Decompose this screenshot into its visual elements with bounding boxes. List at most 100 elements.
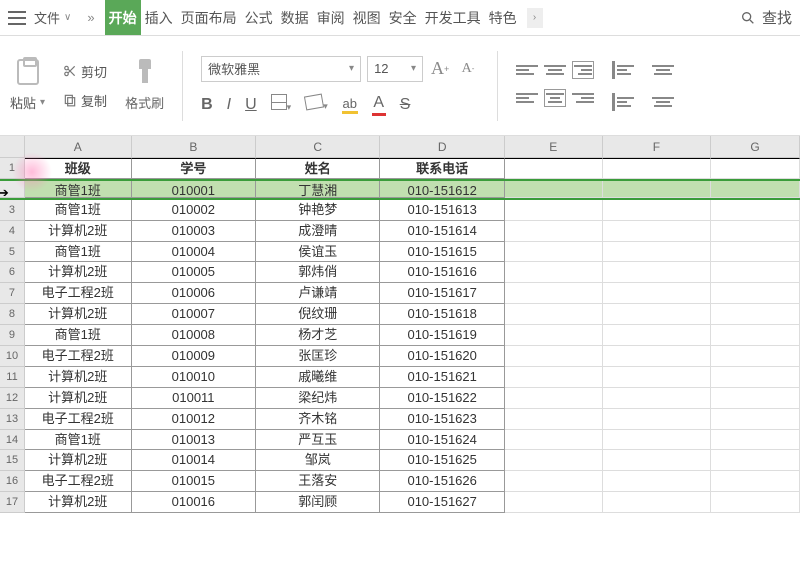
cell[interactable]: 010-151627 [380,492,504,513]
tab-feature[interactable]: 特色 [485,0,521,35]
cell[interactable] [505,181,603,198]
cell[interactable]: 010-151624 [380,430,504,451]
cell[interactable] [603,367,711,388]
cell[interactable]: 010-151617 [380,283,504,304]
cell[interactable]: 010-151622 [380,388,504,409]
cell[interactable] [603,262,711,283]
cell[interactable]: 班级 [25,158,132,179]
border-button[interactable]: ▾ [271,94,292,115]
cell[interactable]: 电子工程2班 [25,409,132,430]
col-header[interactable]: A [25,136,132,157]
cell[interactable]: 严互玉 [256,430,380,451]
cell[interactable]: 010006 [132,283,256,304]
tab-insert[interactable]: 插入 [141,0,177,35]
row-header[interactable]: 8 [0,304,25,325]
hamburger-icon[interactable] [8,11,26,25]
row-header[interactable]: 9 [0,325,25,346]
spreadsheet-grid[interactable]: 1班级学号姓名联系电话➔商管1班010001丁慧湘010-1516123商管1班… [0,158,800,513]
cell[interactable]: 010-151614 [380,221,504,242]
cell[interactable] [711,388,800,409]
cell[interactable]: 010016 [132,492,256,513]
cell[interactable] [603,242,711,263]
row-header[interactable]: 16 [0,471,25,492]
cell[interactable] [603,283,711,304]
cell[interactable] [711,304,800,325]
cell[interactable]: 郭炜俏 [256,262,380,283]
cell[interactable] [603,346,711,367]
cell[interactable]: 杨才芝 [256,325,380,346]
row-header[interactable]: 15 [0,450,25,471]
cell[interactable] [603,325,711,346]
align-bottom-button[interactable] [572,61,594,79]
row-header[interactable]: 14 [0,430,25,451]
cell[interactable] [505,158,603,179]
format-painter-button[interactable]: 格式刷 [125,59,164,112]
row-header[interactable]: 4 [0,221,25,242]
cell[interactable] [711,200,800,221]
cell[interactable]: 010-151616 [380,262,504,283]
cell[interactable]: 计算机2班 [25,492,132,513]
row-header[interactable]: 7 [0,283,25,304]
cell[interactable]: 商管1班 [25,430,132,451]
cell[interactable] [711,471,800,492]
copy-button[interactable]: 复制 [63,91,107,110]
cell[interactable] [711,430,800,451]
cell[interactable] [603,388,711,409]
cell[interactable] [711,283,800,304]
fill-button[interactable]: ▾ [305,95,328,114]
cell[interactable]: 商管1班 [25,325,132,346]
cell[interactable]: 010-151613 [380,200,504,221]
cell[interactable] [505,304,603,325]
cell[interactable] [505,492,603,513]
row-header[interactable]: 1 [0,158,25,179]
row-header[interactable]: 6 [0,262,25,283]
cell[interactable] [603,430,711,451]
cell[interactable] [603,450,711,471]
cell[interactable] [505,262,603,283]
cell[interactable]: 010-151619 [380,325,504,346]
cut-button[interactable]: 剪切 [63,62,107,81]
cell[interactable]: 010-151620 [380,346,504,367]
font-color-button[interactable]: A [372,94,386,116]
col-header[interactable]: F [603,136,711,157]
cell[interactable]: 郭闰顾 [256,492,380,513]
cell[interactable]: 010-151623 [380,409,504,430]
file-menu[interactable]: 文件∨ [34,8,71,27]
cell[interactable]: 邹岚 [256,450,380,471]
cell[interactable]: 010010 [132,367,256,388]
cell[interactable]: 010014 [132,450,256,471]
cell[interactable]: 010-151618 [380,304,504,325]
cell[interactable]: 电子工程2班 [25,346,132,367]
align-center-button[interactable] [544,89,566,107]
search-button[interactable]: 查找 [740,7,792,28]
cell[interactable]: 钟艳梦 [256,200,380,221]
select-all-corner[interactable] [0,136,25,157]
more-icon[interactable]: » [87,10,94,25]
cell[interactable] [505,221,603,242]
cell[interactable] [711,242,800,263]
cell[interactable] [711,346,800,367]
cell[interactable]: 010-151612 [380,181,504,198]
cell[interactable]: 010002 [132,200,256,221]
cell[interactable]: 梁纪炜 [256,388,380,409]
cell[interactable]: 计算机2班 [25,304,132,325]
cell[interactable]: 010005 [132,262,256,283]
cell[interactable] [505,409,603,430]
cell[interactable]: 010007 [132,304,256,325]
cell[interactable]: 010012 [132,409,256,430]
cell[interactable] [603,471,711,492]
cell[interactable] [711,450,800,471]
cell[interactable]: 商管1班 [25,242,132,263]
cell[interactable]: 计算机2班 [25,388,132,409]
cell[interactable]: 010008 [132,325,256,346]
cell[interactable] [505,325,603,346]
row-header[interactable]: 17 [0,492,25,513]
cell[interactable] [603,200,711,221]
cell[interactable]: 010011 [132,388,256,409]
tab-security[interactable]: 安全 [385,0,421,35]
bold-button[interactable]: B [201,96,213,114]
cell[interactable] [505,430,603,451]
cell[interactable]: 010009 [132,346,256,367]
tab-data[interactable]: 数据 [277,0,313,35]
cell[interactable]: 010013 [132,430,256,451]
